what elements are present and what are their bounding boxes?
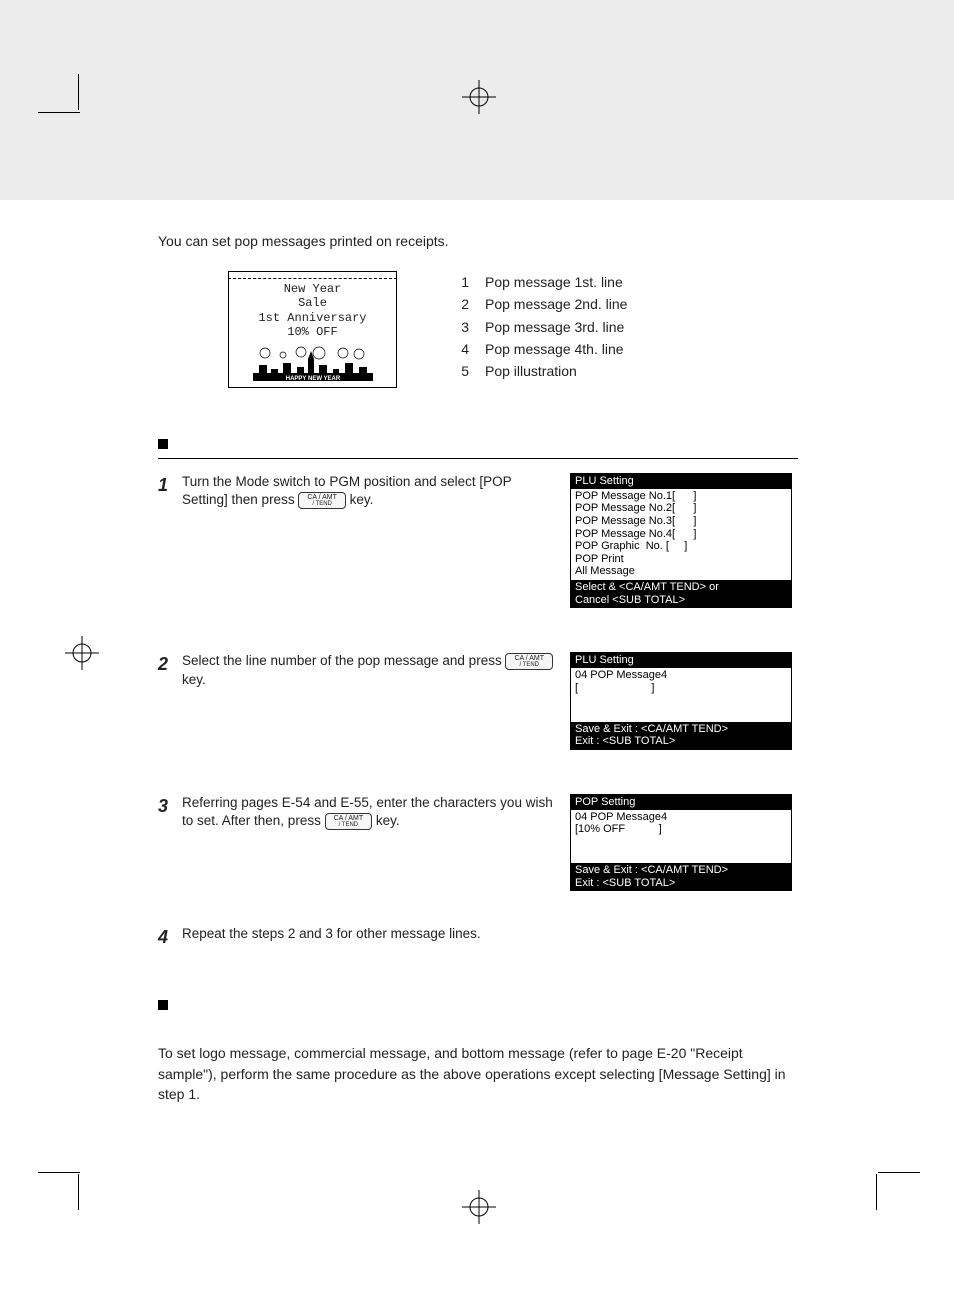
lcd-body: 04 POP Message4 [ ] <box>571 668 791 722</box>
section-rule <box>158 458 798 459</box>
step-1: 1 Turn the Mode switch to PGM position a… <box>158 473 798 612</box>
legend-item: 3Pop message 3rd. line <box>457 316 627 338</box>
receipt-line4: 10% OFF <box>235 325 390 339</box>
legend-label: Pop message 2nd. line <box>485 293 627 315</box>
lcd-body: POP Message No.1[ ] POP Message No.2[ ] … <box>571 489 791 580</box>
bullet-square-icon <box>158 439 168 449</box>
svg-text:HAPPY NEW YEAR: HAPPY NEW YEAR <box>285 376 340 381</box>
step-text: Turn the Mode switch to PGM position and… <box>182 473 558 509</box>
lcd-header: POP Setting <box>571 795 791 810</box>
section-header <box>158 996 798 1014</box>
manual-page: You can set pop messages printed on rece… <box>0 0 954 1306</box>
crop-mark-bottom-right <box>836 1138 926 1228</box>
lcd-body: 04 POP Message4 [10% OFF ] <box>571 810 791 864</box>
legend-label: Pop illustration <box>485 360 577 382</box>
step-number: 1 <box>158 473 174 509</box>
lcd-header: PLU Setting <box>571 653 791 668</box>
legend-list: 1Pop message 1st. line 2Pop message 2nd.… <box>457 271 627 383</box>
crop-mark-top-left <box>38 74 128 164</box>
ca-amt-tend-key: CA / AMT/ TEND <box>325 813 373 830</box>
step-4: 4 Repeat the steps 2 and 3 for other mes… <box>158 925 798 949</box>
step-2: 2 Select the line number of the pop mess… <box>158 652 798 753</box>
lcd-header: PLU Setting <box>571 474 791 489</box>
step-text: Select the line number of the pop messag… <box>182 652 558 688</box>
legend-label: Pop message 3rd. line <box>485 316 624 338</box>
registration-mark-top <box>462 80 496 114</box>
intro-text: You can set pop messages printed on rece… <box>158 232 798 251</box>
crop-mark-bottom-left <box>38 1138 128 1228</box>
step-text: Repeat the steps 2 and 3 for other messa… <box>182 925 558 949</box>
ca-amt-tend-key: CA / AMT/ TEND <box>298 492 346 509</box>
bullet-square-icon <box>158 1000 168 1010</box>
lcd-screen-1: PLU Setting POP Message No.1[ ] POP Mess… <box>570 473 792 608</box>
lcd-footer: Select & <CA/AMT TEND> or Cancel <SUB TO… <box>571 580 791 607</box>
final-paragraph: To set logo message, commercial message,… <box>158 1043 798 1104</box>
ca-amt-tend-key: CA / AMT/ TEND <box>505 653 553 670</box>
receipt-sample: New Year Sale 1st Anniversary 10% OFF HA… <box>228 271 397 389</box>
lcd-footer: Save & Exit : <CA/AMT TEND> Exit : <SUB … <box>571 722 791 749</box>
step-text: Referring pages E-54 and E-55, enter the… <box>182 794 558 830</box>
step-number: 3 <box>158 794 174 830</box>
fireworks-cityscape-icon: HAPPY NEW YEAR <box>253 345 373 381</box>
lcd-screen-2: PLU Setting 04 POP Message4 [ ] Save & E… <box>570 652 792 749</box>
section-header <box>158 434 798 452</box>
step-number: 2 <box>158 652 174 688</box>
receipt-line1: New Year <box>235 282 390 296</box>
legend-item: 4Pop message 4th. line <box>457 338 627 360</box>
registration-mark-bottom <box>462 1190 496 1224</box>
receipt-line2: Sale <box>235 296 390 310</box>
page-content: You can set pop messages printed on rece… <box>158 232 798 1104</box>
registration-mark-left <box>65 636 99 670</box>
legend-label: Pop message 1st. line <box>485 271 623 293</box>
step-3: 3 Referring pages E-54 and E-55, enter t… <box>158 794 798 895</box>
legend-item: 2Pop message 2nd. line <box>457 293 627 315</box>
legend-item: 1Pop message 1st. line <box>457 271 627 293</box>
lcd-footer: Save & Exit : <CA/AMT TEND> Exit : <SUB … <box>571 863 791 890</box>
lcd-screen-3: POP Setting 04 POP Message4 [10% OFF ] S… <box>570 794 792 891</box>
illustration-row: New Year Sale 1st Anniversary 10% OFF HA… <box>228 271 798 389</box>
legend-item: 5Pop illustration <box>457 360 627 382</box>
legend-label: Pop message 4th. line <box>485 338 624 360</box>
step-number: 4 <box>158 925 174 949</box>
receipt-line3: 1st Anniversary <box>235 311 390 325</box>
